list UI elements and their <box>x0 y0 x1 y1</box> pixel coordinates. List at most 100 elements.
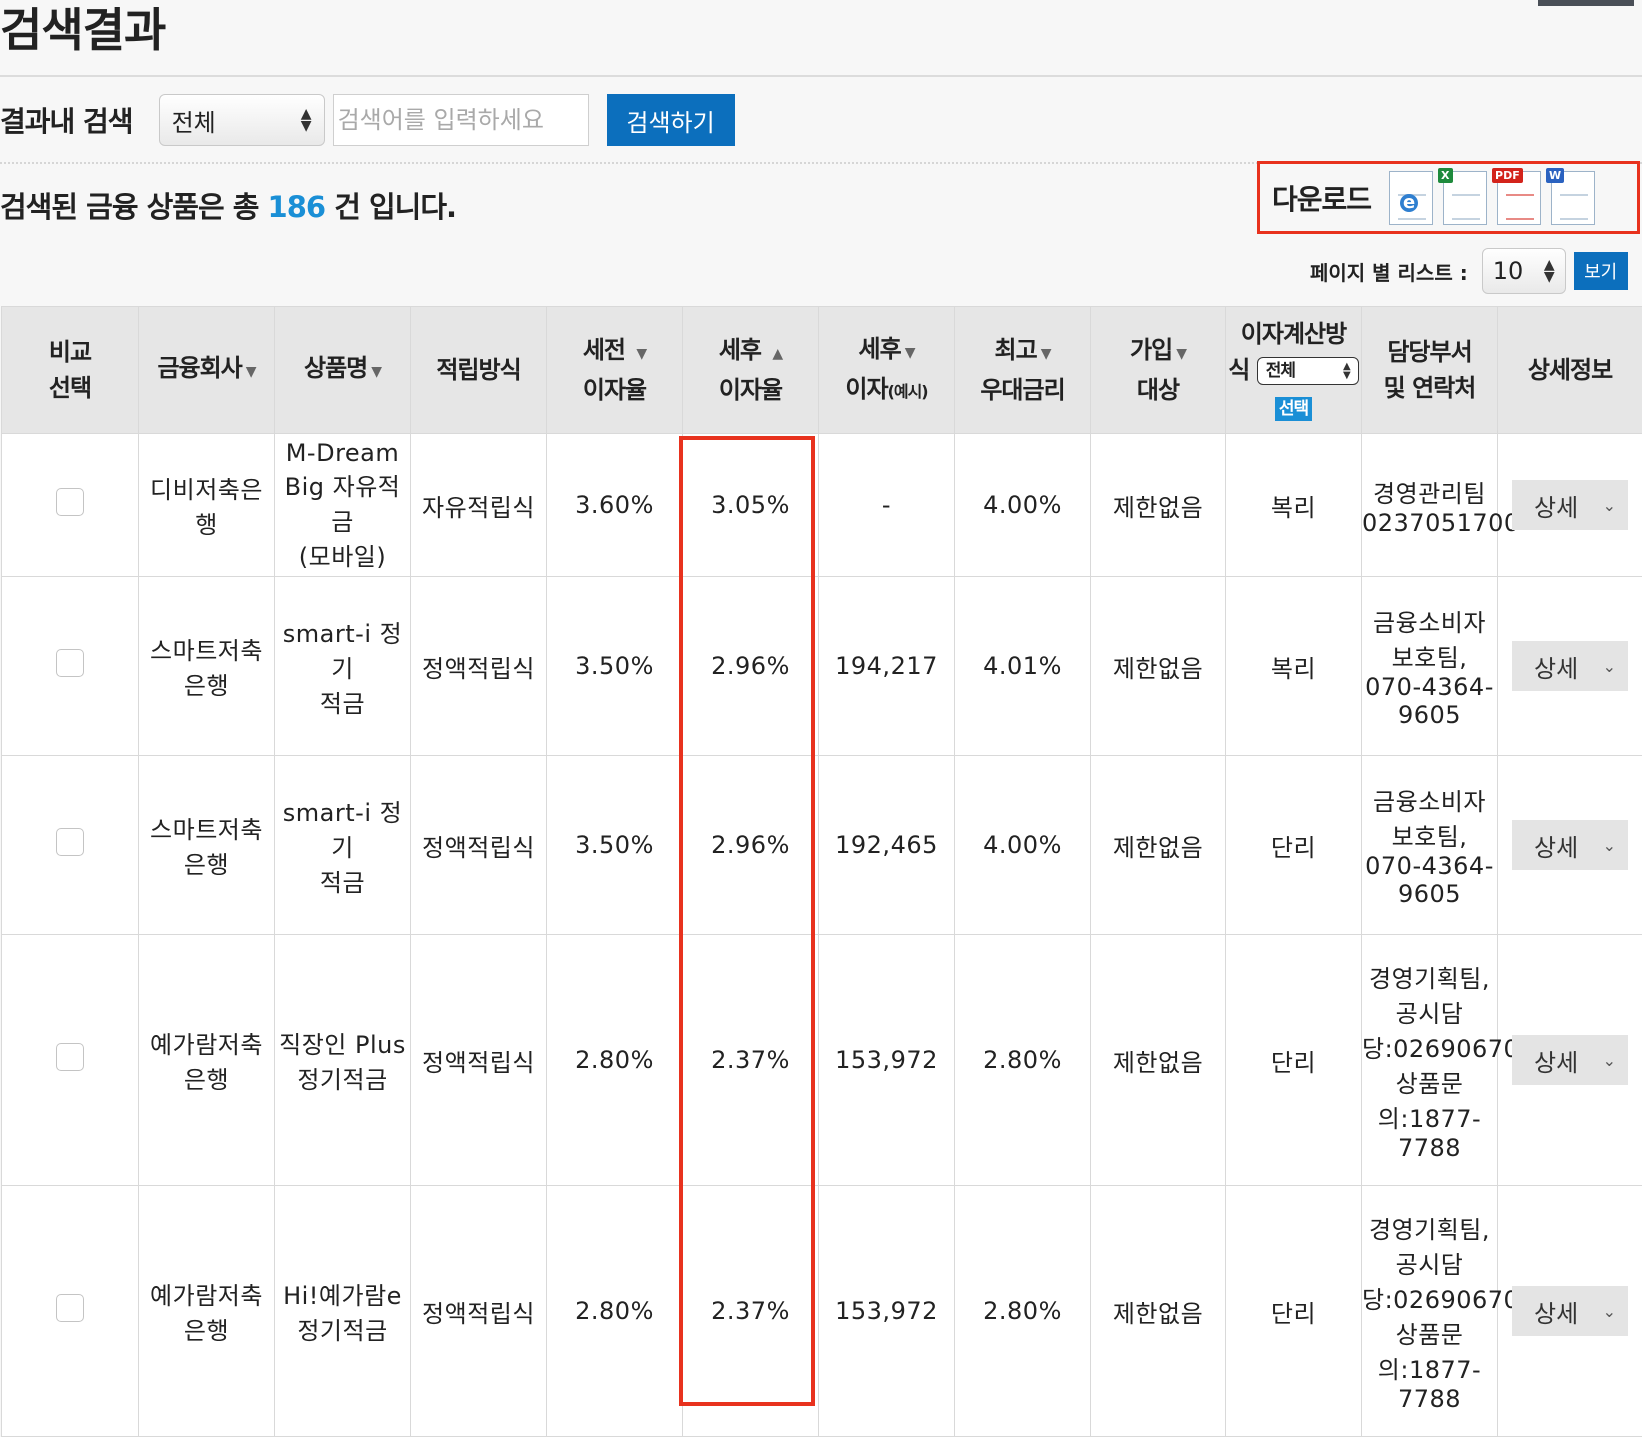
compare-checkbox[interactable] <box>56 1294 84 1322</box>
download-label: 다운로드 <box>1272 178 1371 218</box>
header-target[interactable]: 가입▼ 대상 <box>1091 307 1226 434</box>
method-cell: 정액적립식 <box>411 577 547 756</box>
pretax-rate-cell: 2.80% <box>547 1186 683 1437</box>
per-page-control: 페이지 별 리스트 : 10 ▲▼ 보기 <box>1310 248 1628 294</box>
pretax-rate-cell: 3.60% <box>547 434 683 577</box>
compare-cell <box>2 577 139 756</box>
sort-down-icon[interactable]: ▼ <box>1041 346 1051 362</box>
sort-down-icon[interactable]: ▼ <box>636 346 646 362</box>
max-rate-cell: 2.80% <box>955 935 1091 1186</box>
detail-button[interactable]: 상세⌄ <box>1512 1286 1628 1336</box>
table-row: 스마트저축은행 smart-i 정기적금 정액적립식 3.50% 2.96% 1… <box>2 756 1642 935</box>
aftertax-rate-cell: 2.37% <box>683 1186 819 1437</box>
updown-arrows-icon: ▲▼ <box>1544 259 1555 283</box>
detail-cell: 상세⌄ <box>1498 434 1642 577</box>
method-cell: 정액적립식 <box>411 756 547 935</box>
product-cell: smart-i 정기적금 <box>275 756 411 935</box>
dept-cell: 경영관리팀0237051700 <box>1362 434 1498 577</box>
header-company[interactable]: 금융회사▼ <box>139 307 275 434</box>
header-detail: 상세정보 <box>1498 307 1642 434</box>
header-product[interactable]: 상품명▼ <box>275 307 411 434</box>
table-row: 디비저축은행 M-DreamBig 자유적금(모바일) 자유적립식 3.60% … <box>2 434 1642 577</box>
chevron-down-icon: ⌄ <box>1603 1302 1616 1321</box>
calc-select-button[interactable]: 선택 <box>1275 397 1312 421</box>
compare-checkbox[interactable] <box>56 649 84 677</box>
header-calc-method: 이자계산방 식 전체 ▲▼ 선택 <box>1226 307 1362 434</box>
updown-arrows-icon: ▲▼ <box>1343 362 1350 380</box>
dept-cell: 경영기획팀,공시담당:02690670상품문의:1877-7788 <box>1362 935 1498 1186</box>
calc-method-cell: 단리 <box>1226 935 1362 1186</box>
target-cell: 제한없음 <box>1091 935 1226 1186</box>
calc-method-cell: 복리 <box>1226 577 1362 756</box>
search-scope-value: 전체 <box>172 103 216 138</box>
aftertax-interest-cell: 194,217 <box>819 577 955 756</box>
detail-button[interactable]: 상세⌄ <box>1512 480 1628 530</box>
pretax-rate-cell: 3.50% <box>547 756 683 935</box>
calc-method-select[interactable]: 전체 ▲▼ <box>1257 357 1359 385</box>
pretax-rate-cell: 3.50% <box>547 577 683 756</box>
detail-cell: 상세⌄ <box>1498 935 1642 1186</box>
detail-button[interactable]: 상세⌄ <box>1512 820 1628 870</box>
search-input[interactable] <box>333 94 589 146</box>
top-bar-corner <box>1538 0 1634 6</box>
calc-method-cell: 단리 <box>1226 1186 1362 1437</box>
word-icon[interactable]: W <box>1551 171 1595 225</box>
calc-method-cell: 복리 <box>1226 434 1362 577</box>
result-count-prefix: 검색된 금융 상품은 총 <box>0 190 258 224</box>
per-page-value: 10 <box>1493 257 1524 285</box>
method-cell: 정액적립식 <box>411 1186 547 1437</box>
dept-cell: 금융소비자보호팀,070-4364-9605 <box>1362 577 1498 756</box>
compare-checkbox[interactable] <box>56 1043 84 1071</box>
per-page-label: 페이지 별 리스트 : <box>1310 257 1468 286</box>
sort-down-icon[interactable]: ▼ <box>1176 346 1186 362</box>
compare-cell <box>2 756 139 935</box>
company-cell: 예가람저축은행 <box>139 935 275 1186</box>
detail-button[interactable]: 상세⌄ <box>1512 641 1628 691</box>
excel-icon[interactable]: X <box>1443 171 1487 225</box>
view-button[interactable]: 보기 <box>1574 252 1628 290</box>
aftertax-interest-cell: 153,972 <box>819 935 955 1186</box>
aftertax-interest-cell: 192,465 <box>819 756 955 935</box>
chevron-down-icon: ⌄ <box>1603 496 1616 515</box>
sort-down-icon[interactable]: ▼ <box>905 345 915 361</box>
compare-checkbox[interactable] <box>56 828 84 856</box>
aftertax-rate-cell: 3.05% <box>683 434 819 577</box>
sort-down-icon[interactable]: ▼ <box>371 364 381 380</box>
search-button[interactable]: 검색하기 <box>607 94 735 146</box>
search-scope-select[interactable]: 전체 ▲▼ <box>159 94 325 146</box>
product-cell: smart-i 정기적금 <box>275 577 411 756</box>
aftertax-rate-cell: 2.37% <box>683 935 819 1186</box>
target-cell: 제한없음 <box>1091 434 1226 577</box>
target-cell: 제한없음 <box>1091 577 1226 756</box>
compare-cell <box>2 1186 139 1437</box>
target-cell: 제한없음 <box>1091 1186 1226 1437</box>
header-aftertax-interest[interactable]: 세후▼ 이자(예시) <box>819 307 955 434</box>
table-header-row: 비교 선택 금융회사▼ 상품명▼ 적립방식 세전 ▼ 이자율 세후 ▲ 이자율 … <box>2 307 1642 434</box>
pdf-icon[interactable]: PDF <box>1497 171 1541 225</box>
header-method: 적립방식 <box>411 307 547 434</box>
chevron-down-icon: ⌄ <box>1603 657 1616 676</box>
product-cell: Hi!예가람e정기적금 <box>275 1186 411 1437</box>
header-max-rate[interactable]: 최고▼ 우대금리 <box>955 307 1091 434</box>
chevron-down-icon: ⌄ <box>1603 1051 1616 1070</box>
detail-button[interactable]: 상세⌄ <box>1512 1035 1628 1085</box>
header-aftertax-rate[interactable]: 세후 ▲ 이자율 <box>683 307 819 434</box>
download-area: 다운로드 e X PDF W <box>1257 161 1640 234</box>
product-cell: M-DreamBig 자유적금(모바일) <box>275 434 411 577</box>
results-table: 비교 선택 금융회사▼ 상품명▼ 적립방식 세전 ▼ 이자율 세후 ▲ 이자율 … <box>1 306 1642 1437</box>
per-page-select[interactable]: 10 ▲▼ <box>1482 248 1566 294</box>
company-cell: 디비저축은행 <box>139 434 275 577</box>
ie-icon[interactable]: e <box>1389 171 1433 225</box>
dept-cell: 경영기획팀,공시담당:02690670상품문의:1877-7788 <box>1362 1186 1498 1437</box>
product-cell: 직장인 Plus정기적금 <box>275 935 411 1186</box>
sort-up-icon[interactable]: ▲ <box>772 346 782 362</box>
detail-cell: 상세⌄ <box>1498 577 1642 756</box>
sort-down-icon[interactable]: ▼ <box>246 364 256 380</box>
search-row: 결과내 검색 전체 ▲▼ 검색하기 <box>0 92 735 148</box>
aftertax-interest-cell: - <box>819 434 955 577</box>
max-rate-cell: 4.00% <box>955 434 1091 577</box>
result-count-suffix: 건 입니다. <box>334 190 456 224</box>
compare-checkbox[interactable] <box>56 488 84 516</box>
result-count: 검색된 금융 상품은 총 186 건 입니다. <box>0 184 456 226</box>
header-pretax-rate[interactable]: 세전 ▼ 이자율 <box>547 307 683 434</box>
